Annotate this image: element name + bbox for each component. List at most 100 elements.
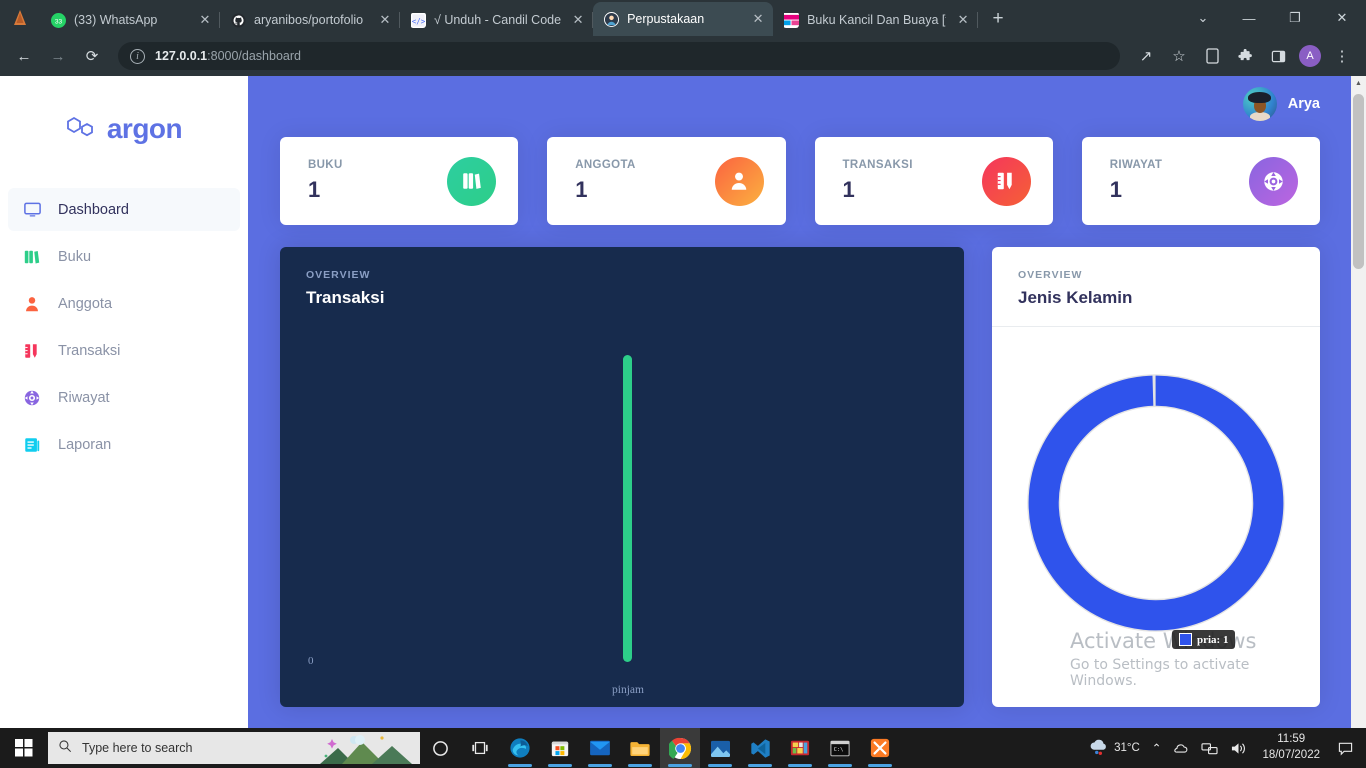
task-view-icon[interactable] [460, 728, 500, 768]
svg-text:C:\: C:\ [834, 747, 844, 753]
donut-chart-svg[interactable] [1019, 366, 1293, 640]
stat-card-transaksi[interactable]: TRANSAKSI 1 [814, 137, 1053, 225]
photos-icon[interactable] [700, 728, 740, 768]
minimize-button[interactable]: — [1226, 2, 1272, 34]
volume-icon[interactable] [1227, 741, 1250, 756]
bar-chart-plot[interactable]: 0 pinjam [280, 343, 964, 707]
sidebar-item-transaksi[interactable]: Transaksi [8, 329, 240, 372]
sidebar-item-label: Buku [58, 248, 92, 265]
browser-toolbar: ← → ⟳ i 127.0.0.1:8000/dashboard ↗ ☆ A ⋮ [0, 36, 1366, 76]
new-tab-button[interactable]: + [984, 5, 1012, 33]
windows-start-icon[interactable] [0, 728, 48, 768]
document-icon [22, 435, 42, 455]
chrome-icon[interactable] [660, 728, 700, 768]
sidebar-item-anggota[interactable]: Anggota [8, 282, 240, 325]
share-icon[interactable]: ↗ [1130, 40, 1162, 72]
close-window-button[interactable]: ✕ [1318, 2, 1366, 34]
weather-temperature: 31°C [1114, 742, 1140, 754]
browser-menu-icon[interactable]: ⋮ [1326, 40, 1358, 72]
sidebar-item-buku[interactable]: Buku [8, 235, 240, 278]
reload-icon[interactable]: ⟳ [76, 40, 108, 72]
stat-label: RIWAYAT [1109, 159, 1163, 171]
url-path: :8000/dashboard [207, 49, 301, 63]
close-icon[interactable]: ✕ [749, 10, 767, 28]
cortana-icon[interactable] [420, 728, 460, 768]
weather-cloud-rain-icon [1088, 738, 1110, 759]
stat-card-buku[interactable]: BUKU 1 [280, 137, 519, 225]
winrar-icon[interactable] [780, 728, 820, 768]
donut-chart-plot[interactable]: Activate Windows Go to Settings to activ… [992, 343, 1320, 707]
stat-card-riwayat[interactable]: RIWAYAT 1 [1081, 137, 1320, 225]
svg-text:</>: </> [411, 16, 425, 25]
sidebar-item-laporan[interactable]: Laporan [8, 423, 240, 466]
watermark-line-2: Go to Settings to activate Windows. [1070, 657, 1250, 689]
close-icon[interactable]: ✕ [376, 11, 394, 29]
chevron-down-icon[interactable]: ⌄ [1180, 2, 1226, 34]
overview-label: OVERVIEW [306, 269, 371, 281]
sidebar-item-label: Anggota [58, 295, 113, 312]
sidepanel-icon[interactable] [1262, 40, 1294, 72]
microsoft-store-icon[interactable] [540, 728, 580, 768]
back-icon[interactable]: ← [8, 40, 40, 72]
extensions-puzzle-icon[interactable] [1229, 40, 1261, 72]
close-icon[interactable]: ✕ [569, 11, 587, 29]
vscode-icon[interactable] [740, 728, 780, 768]
bookmark-star-icon[interactable]: ☆ [1163, 40, 1195, 72]
tab-title: Perpustakaan [627, 12, 705, 26]
main-content: Arya BUKU 1 ANGGOTA 1 TRANSAKSI 1 RIWAYA… [248, 76, 1366, 768]
sidebar-item-riwayat[interactable]: Riwayat [8, 376, 240, 419]
mail-icon[interactable] [580, 728, 620, 768]
ruler-pen-icon [22, 341, 42, 361]
scroll-up-icon[interactable]: ▲ [1351, 76, 1366, 91]
whatsapp-icon: 33 [50, 12, 66, 28]
tooltip-text: pria: 1 [1197, 633, 1229, 646]
tab-title: √ Unduh - Candil Code [434, 13, 562, 27]
forward-icon[interactable]: → [42, 40, 74, 72]
browser-tab-3[interactable]: Perpustakaan ✕ [593, 2, 774, 36]
maximize-button[interactable]: ❐ [1272, 2, 1318, 34]
stat-text: BUKU 1 [308, 159, 343, 203]
address-bar[interactable]: i 127.0.0.1:8000/dashboard [118, 42, 1120, 70]
terminal-icon[interactable]: C:\ [820, 728, 860, 768]
code-icon: </> [410, 12, 426, 28]
network-icon[interactable] [1198, 741, 1221, 756]
close-icon[interactable]: ✕ [196, 11, 214, 29]
brand-name: argon [106, 113, 183, 144]
user-menu[interactable]: Arya [1242, 87, 1320, 121]
xampp-icon[interactable] [860, 728, 900, 768]
weather-widget[interactable]: 31°C [1085, 738, 1143, 759]
browser-tab-2[interactable]: </> √ Unduh - Candil Code ✕ [400, 4, 594, 36]
bar-series-pinjam[interactable] [623, 355, 632, 662]
notifications-icon[interactable] [1332, 741, 1358, 756]
mobile-device-icon[interactable] [1196, 40, 1228, 72]
user-name: Arya [1287, 96, 1320, 112]
y-axis-tick-0: 0 [308, 655, 314, 667]
browser-tabstrip: 33 (33) WhatsApp ✕ aryanibos/portofolio … [0, 0, 1366, 36]
edge-icon[interactable] [500, 728, 540, 768]
page-scrollbar[interactable]: ▲ ▼ [1351, 76, 1366, 768]
close-icon[interactable]: ✕ [954, 11, 972, 29]
file-explorer-icon[interactable] [620, 728, 660, 768]
stat-value: 1 [308, 177, 321, 202]
scrollbar-thumb[interactable] [1353, 94, 1364, 269]
brand-logo[interactable]: argon [0, 98, 248, 160]
sidebar-item-dashboard[interactable]: Dashboard [8, 188, 240, 231]
avatar-icon [603, 11, 619, 27]
profile-avatar[interactable]: A [1299, 45, 1321, 67]
stat-label: ANGGOTA [575, 159, 636, 171]
page-content: argon Dashboard Buku Anggota Transaksi R… [0, 76, 1366, 768]
onedrive-icon[interactable] [1170, 740, 1192, 756]
show-hidden-icons-chevron[interactable]: ⌃ [1149, 741, 1165, 755]
browser-tab-1[interactable]: aryanibos/portofolio ✕ [220, 4, 400, 36]
svg-text:33: 33 [54, 18, 62, 25]
card-title: Transaksi [306, 288, 385, 307]
site-info-icon[interactable]: i [130, 48, 145, 64]
browser-tab-0[interactable]: 33 (33) WhatsApp ✕ [40, 4, 220, 36]
sidebar-item-label: Riwayat [58, 389, 110, 406]
stat-text: TRANSAKSI 1 [843, 159, 913, 203]
browser-tab-4[interactable]: Buku Kancil Dan Buaya [full ✕ [773, 4, 979, 36]
taskbar-clock[interactable]: 11:59 18/07/2022 [1256, 732, 1326, 763]
stat-card-anggota[interactable]: ANGGOTA 1 [547, 137, 786, 225]
browser-chrome: 33 (33) WhatsApp ✕ aryanibos/portofolio … [0, 0, 1366, 76]
search-input[interactable]: Type here to search [48, 732, 420, 764]
